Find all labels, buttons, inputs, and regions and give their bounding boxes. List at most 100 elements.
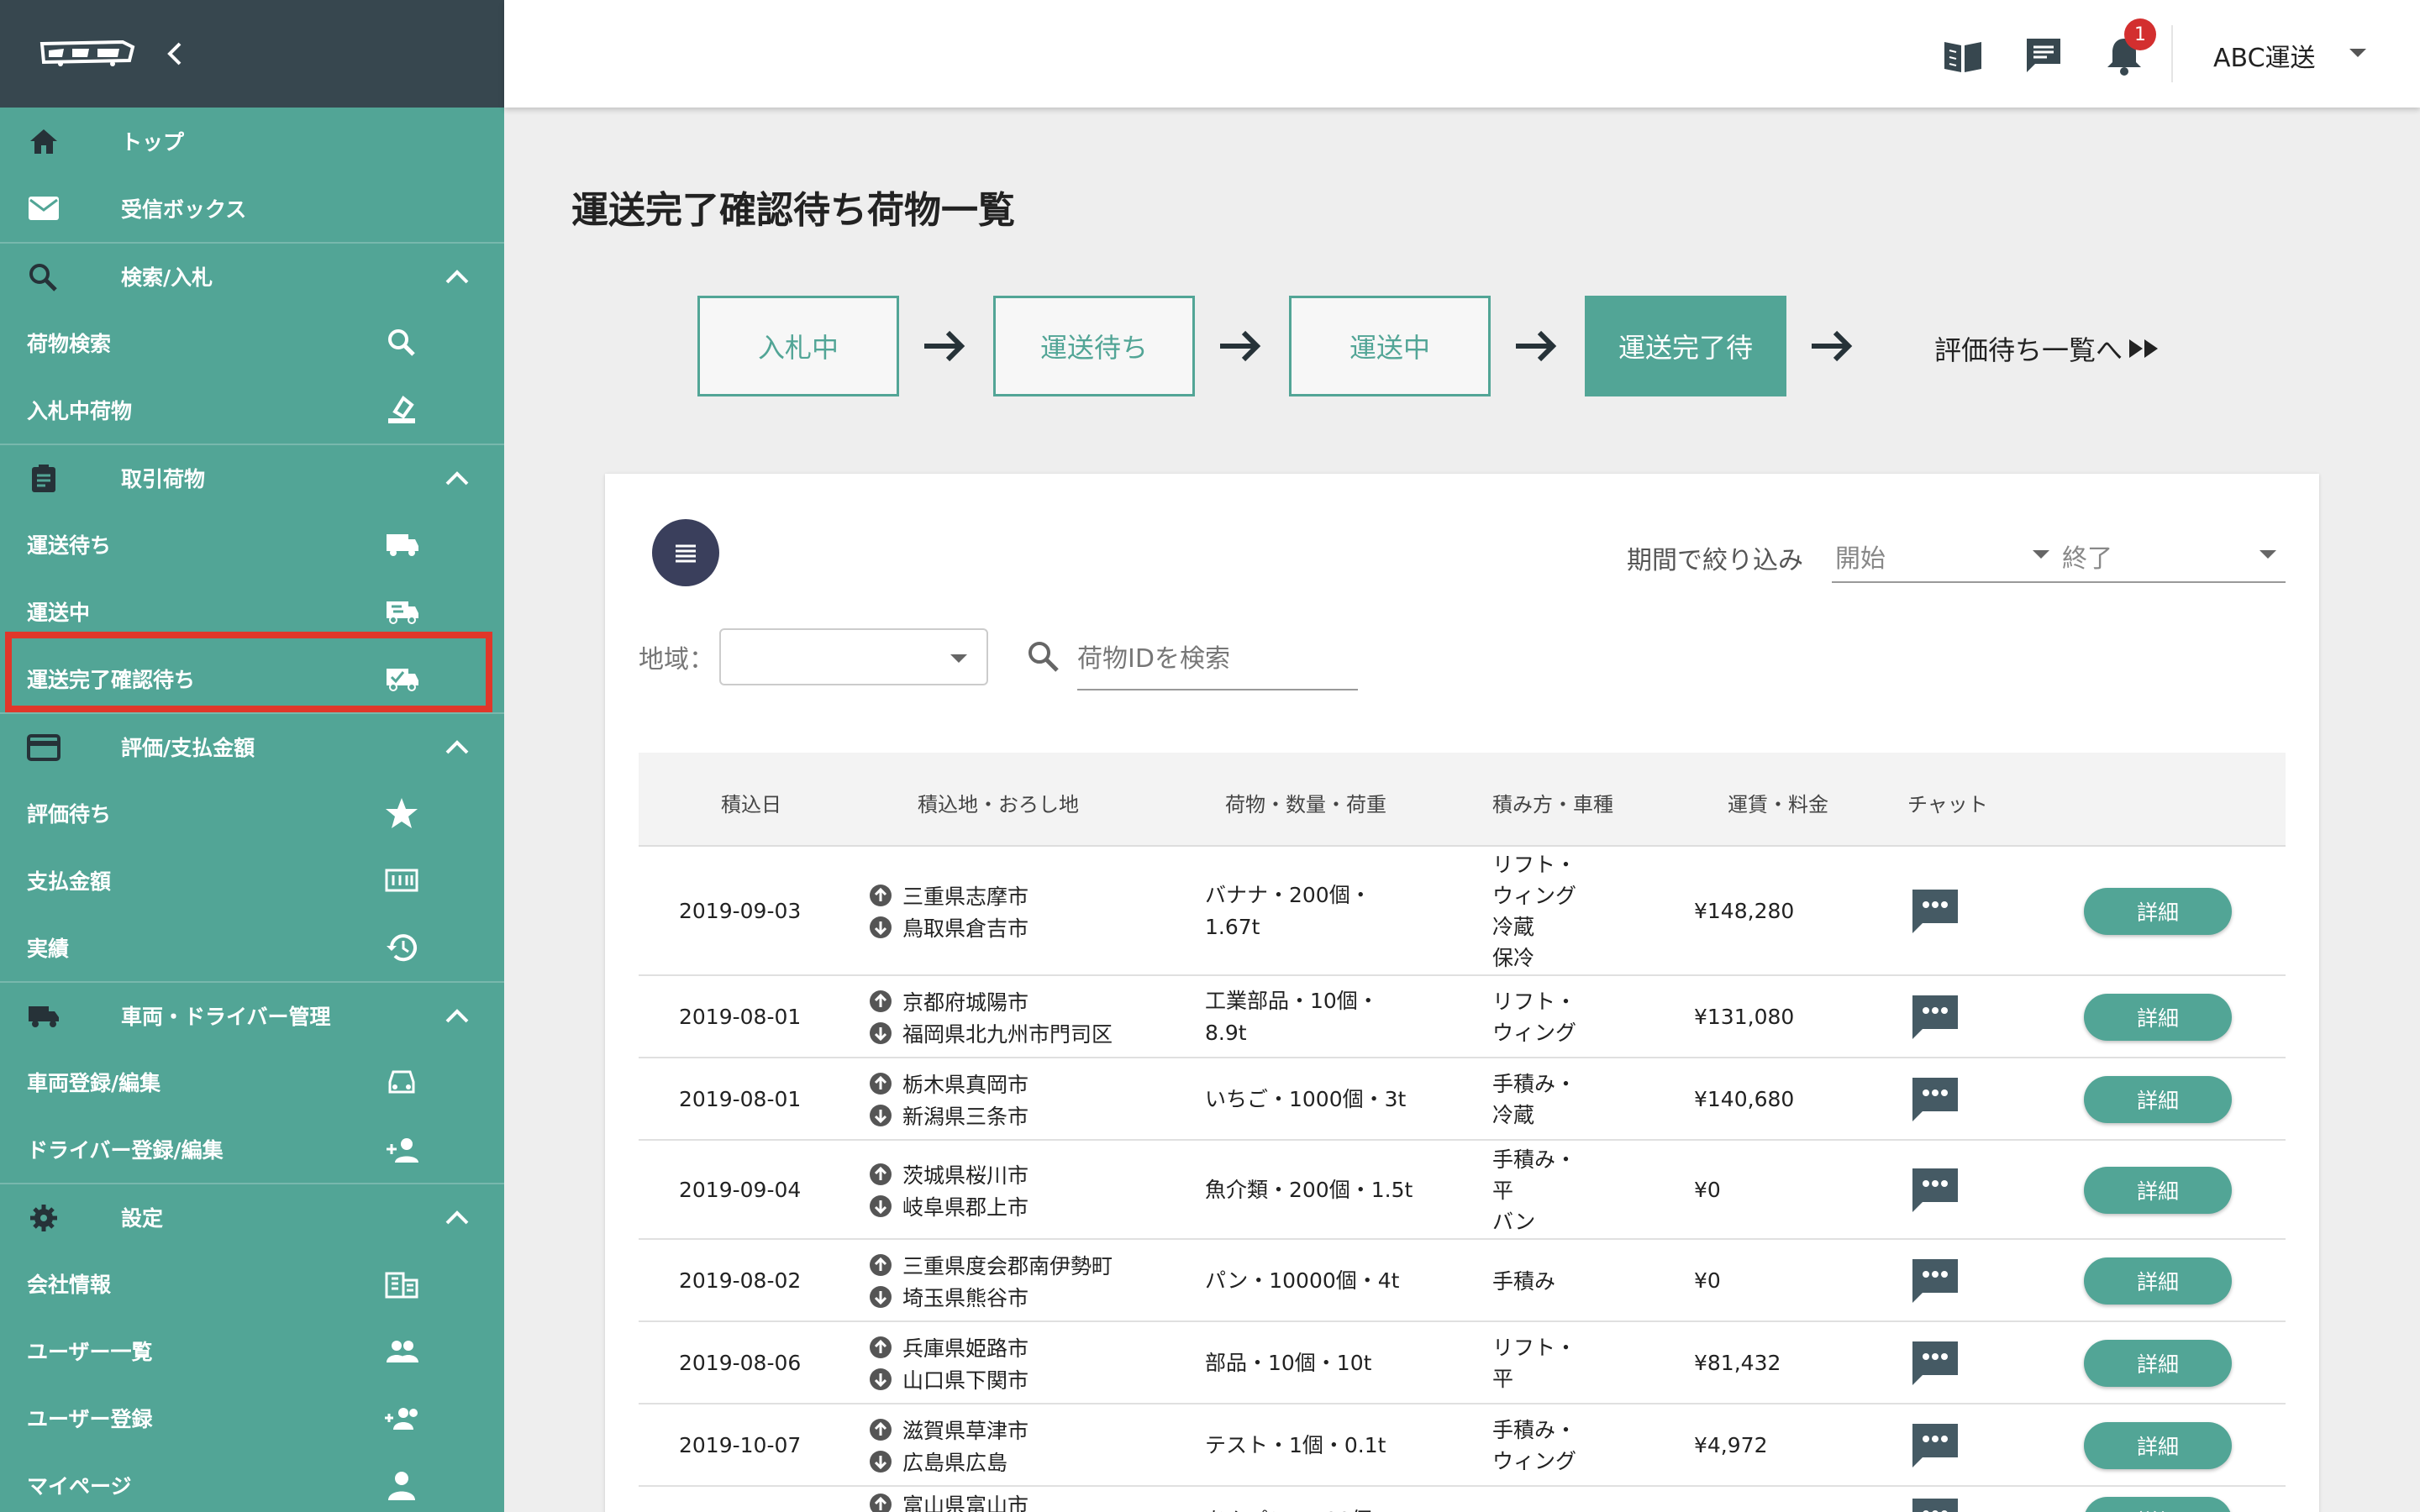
- loading-method-line: 平: [1492, 1367, 1514, 1391]
- region-select[interactable]: [719, 628, 988, 685]
- cargo-info: パン・10000個・4t: [1205, 1265, 1457, 1297]
- table-row: 2019-08-06 兵庫県姫路市 山口県下関市 部品・10個・10t リフト・…: [639, 1322, 2286, 1404]
- menu-button[interactable]: [652, 519, 719, 586]
- sidebar-item-vehicle-register[interactable]: 車両登録/編集: [0, 1048, 504, 1116]
- loading-method-line: リフト・: [1492, 990, 1577, 1014]
- detail-button[interactable]: 詳細: [2084, 888, 2232, 935]
- chevron-left-icon[interactable]: [163, 37, 187, 71]
- arrow-up-circle-icon: [870, 1494, 892, 1512]
- evaluation-list-link-label: 評価待ち一覧へ: [1934, 334, 2123, 366]
- sidebar-group-vehicles[interactable]: 車両・ドライバー管理: [0, 981, 504, 1048]
- detail-button[interactable]: 詳細: [2084, 1257, 2232, 1305]
- sidebar-item-cargo-search[interactable]: 荷物検索: [0, 309, 504, 376]
- destination: 福岡県北九州市門司区: [869, 1017, 1113, 1049]
- mail-icon: [29, 197, 59, 220]
- sidebar-item-user-register[interactable]: ユーザー登録: [0, 1384, 504, 1452]
- loading-method-line: ウィング: [1492, 1021, 1577, 1045]
- arrow-up-circle-icon: [870, 990, 892, 1012]
- arrow-down-circle-icon: [870, 1022, 892, 1044]
- step-bidding[interactable]: 入札中: [697, 296, 899, 396]
- end-date-select[interactable]: 終了: [2059, 524, 2286, 583]
- sidebar-item-driver-register[interactable]: ドライバー登録/編集: [0, 1116, 504, 1183]
- sidebar-group-settings[interactable]: 設定: [0, 1183, 504, 1250]
- detail-button[interactable]: 詳細: [2084, 1497, 2232, 1512]
- chat-bubble-icon[interactable]: [1909, 1165, 1961, 1215]
- detail-button[interactable]: 詳細: [2084, 1340, 2232, 1387]
- sidebar-item-user-list[interactable]: ユーザー一覧: [0, 1317, 504, 1384]
- chat-bubble-icon[interactable]: [1909, 1420, 1961, 1471]
- sidebar-item-completion-pending[interactable]: 運送完了確認待ち: [0, 645, 504, 712]
- arrow-up-circle-icon: [870, 1163, 892, 1185]
- step-completion-pending[interactable]: 運送完了待: [1585, 296, 1786, 396]
- chevron-up-icon[interactable]: [440, 736, 474, 759]
- arrow-down-circle-icon: [870, 1368, 892, 1390]
- step-waiting[interactable]: 運送待ち: [993, 296, 1195, 396]
- group-add-icon: [385, 1408, 418, 1430]
- fare: ¥140,680: [1694, 1087, 1795, 1111]
- card-icon: [27, 734, 60, 761]
- chat-bubble-icon[interactable]: [1909, 1338, 1961, 1389]
- evaluation-list-link[interactable]: 評価待ち一覧へ: [1934, 329, 2161, 368]
- destination-text: 鳥取県倉吉市: [902, 916, 1029, 941]
- truck-fast-icon: [387, 601, 418, 624]
- cargo-id-search-input[interactable]: [1077, 628, 1358, 690]
- origin-text: 茨城県桜川市: [902, 1163, 1029, 1188]
- loading-method-line: 保冷: [1492, 946, 1535, 970]
- history-icon: [387, 934, 417, 962]
- detail-button[interactable]: 詳細: [2084, 994, 2232, 1041]
- arrow-up-circle-icon: [870, 1073, 892, 1095]
- chat-icon[interactable]: [2022, 34, 2065, 77]
- table-header: 積込日 積込地・おろし地 荷物・数量・荷重 積み方・車種 運賃・料金 チャット: [639, 753, 2286, 847]
- cargo-line-2: 1.67t: [1205, 915, 1260, 939]
- sidebar-item-mypage[interactable]: マイページ: [0, 1452, 504, 1512]
- caret-down-icon[interactable]: [2348, 47, 2368, 59]
- caret-down-icon: [950, 654, 967, 663]
- chat-bubble-icon[interactable]: [1909, 1495, 1961, 1512]
- sidebar-item-label: 支払金額: [27, 869, 112, 894]
- sidebar-item-label: ユーザー一覧: [27, 1340, 153, 1364]
- chevron-up-icon[interactable]: [440, 467, 474, 491]
- sidebar-item-evaluation-pending[interactable]: 評価待ち: [0, 780, 504, 847]
- end-date-value: 終了: [2062, 544, 2112, 574]
- sidebar-item-label: 実績: [27, 937, 70, 961]
- chat-bubble-icon[interactable]: [1909, 1074, 1961, 1125]
- chevron-up-icon[interactable]: [440, 1206, 474, 1230]
- sidebar-group-evaluation[interactable]: 評価/支払金額: [0, 712, 504, 780]
- detail-button[interactable]: 詳細: [2084, 1076, 2232, 1123]
- sidebar-item-inbox[interactable]: 受信ボックス: [0, 175, 504, 242]
- table-row: 富山県富山市 あんパン・100個・ 詳細: [639, 1487, 2286, 1512]
- destination-text: 広島県広島: [902, 1451, 1008, 1475]
- chat-bubble-icon[interactable]: [1909, 992, 1961, 1042]
- sidebar-item-top[interactable]: トップ: [0, 108, 504, 175]
- search-icon: [29, 264, 57, 291]
- chevron-up-icon[interactable]: [440, 265, 474, 289]
- fare: ¥0: [1694, 1178, 1721, 1202]
- loading-method-line: 冷蔵: [1492, 915, 1535, 939]
- arrow-right-icon: [1812, 330, 1853, 362]
- sidebar-item-company-info[interactable]: 会社情報: [0, 1250, 504, 1317]
- sidebar-item-payment[interactable]: 支払金額: [0, 847, 504, 914]
- start-date-select[interactable]: 開始: [1832, 524, 2059, 583]
- detail-button[interactable]: 詳細: [2084, 1422, 2232, 1469]
- step-in-transit[interactable]: 運送中: [1289, 296, 1491, 396]
- sidebar-group-search[interactable]: 検索/入札: [0, 242, 504, 309]
- origin: 京都府城陽市: [869, 985, 1113, 1017]
- sidebar-item-in-transit[interactable]: 運送中: [0, 578, 504, 645]
- book-icon[interactable]: [1941, 34, 1985, 77]
- company-name[interactable]: ABC運送: [2213, 37, 2316, 74]
- origin-text: 三重県度会郡南伊勢町: [902, 1254, 1113, 1278]
- chevron-up-icon[interactable]: [440, 1005, 474, 1028]
- sidebar-item-label: 入札中荷物: [27, 399, 133, 423]
- sidebar-item-label: 荷物検索: [27, 332, 112, 356]
- table-row: 2019-09-04 茨城県桜川市 岐阜県郡上市 魚介類・200個・1.5t 手…: [639, 1141, 2286, 1240]
- sidebar-item-results[interactable]: 実績: [0, 914, 504, 981]
- sidebar-item-bidding[interactable]: 入札中荷物: [0, 376, 504, 444]
- chat-bubble-icon[interactable]: [1909, 1256, 1961, 1306]
- sidebar-group-transactions[interactable]: 取引荷物: [0, 444, 504, 511]
- loading-method: 手積み・ ウィング: [1492, 1415, 1618, 1477]
- fare: ¥131,080: [1694, 1005, 1795, 1029]
- chat-bubble-icon[interactable]: [1909, 886, 1961, 937]
- sidebar-item-waiting[interactable]: 運送待ち: [0, 511, 504, 578]
- detail-button[interactable]: 詳細: [2084, 1167, 2232, 1214]
- origin: 茨城県桜川市: [869, 1158, 1028, 1190]
